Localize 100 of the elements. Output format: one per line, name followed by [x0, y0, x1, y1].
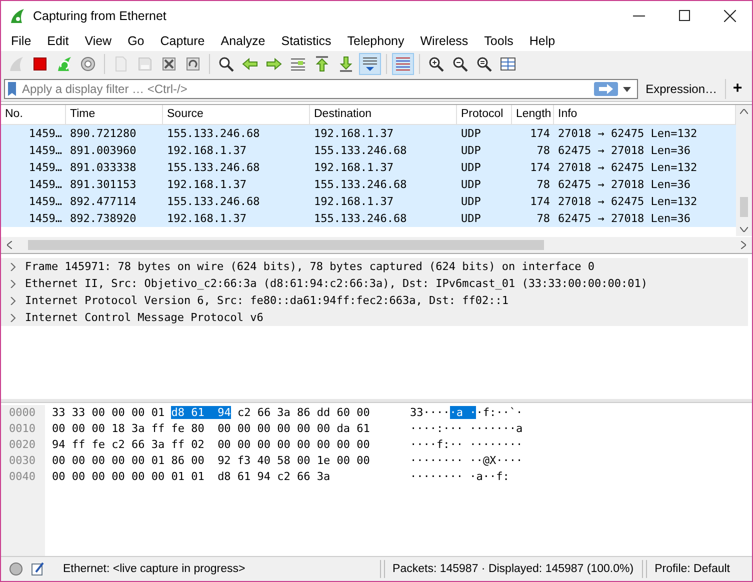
- vertical-scrollbar[interactable]: [736, 105, 752, 236]
- table-cell-text: 78: [536, 212, 551, 225]
- table-cell-text: 192.168.1.37: [313, 161, 394, 174]
- right-arrow-icon: [265, 55, 283, 73]
- menu-item[interactable]: Analyze: [212, 34, 274, 48]
- table-cell-text: 62475 → 27018 Len=36: [557, 212, 692, 225]
- table-cell-text: 174: [529, 195, 551, 208]
- scroll-up-icon[interactable]: [740, 109, 748, 114]
- table-cell-text: 62475 → 27018 Len=36: [557, 178, 692, 191]
- hex-bytes: 00 00 00 00 00 00 01 01 d8 61 94 c2 66 3a: [52, 470, 330, 483]
- close-icon[interactable]: [724, 10, 736, 22]
- zoom-out-icon: [451, 55, 469, 73]
- column-header[interactable]: Length: [512, 105, 554, 124]
- table-cell-text: 192.168.1.37: [313, 127, 394, 140]
- table-cell-text: UDP: [460, 178, 482, 191]
- expression-button[interactable]: Expression…: [642, 79, 721, 99]
- table-cell-text: 1459…: [28, 161, 63, 174]
- table-cell-text: 27018 → 62475 Len=132: [557, 161, 698, 174]
- byte-offset: 0040: [9, 469, 36, 485]
- tree-row[interactable]: Ethernet II, Src: Objetivo_c2:66:3a (d8:61:94:c2:66:3a), Dst: IPv6mcast_01 (33:33:00:00:00:01): [1, 275, 748, 292]
- hex-bytes: 33 33 00 00 00 01 d8 61 94 c2 66 3a 86 dd 60 00: [52, 406, 370, 419]
- table-cell-text: 155.133.246.68: [313, 144, 408, 157]
- table-cell-text: 27018 → 62475 Len=132: [557, 195, 698, 208]
- search-icon: [217, 55, 235, 73]
- column-header[interactable]: Protocol: [457, 105, 512, 124]
- menu-item[interactable]: Go: [120, 34, 152, 48]
- scroll-down-icon[interactable]: [740, 227, 748, 232]
- bookmark-icon[interactable]: [7, 81, 17, 97]
- table-cell-text: 892.477114: [69, 195, 138, 208]
- menu-item[interactable]: View: [76, 34, 120, 48]
- column-header[interactable]: Time: [66, 105, 163, 124]
- table-cell-text: 891.033338: [69, 161, 138, 174]
- profile-text[interactable]: Profile: Default: [654, 563, 730, 575]
- tree-row[interactable]: Internet Control Message Protocol v6: [1, 309, 748, 326]
- menu-item[interactable]: Capture: [152, 34, 213, 48]
- table-cell-text: UDP: [460, 127, 482, 140]
- tree-row-text: Frame 145971: 78 bytes on wire (624 bits), 78 bytes captured (624 bits) on interface 0: [25, 260, 595, 273]
- table-cell-text: UDP: [460, 144, 482, 157]
- add-filter-button[interactable]: +: [725, 79, 749, 99]
- packet-row[interactable]: 1459… 891.003960 192.168.1.37 155.133.246.68 UDP 78 62475 → 27018 Len=36: [1, 142, 736, 159]
- packet-row[interactable]: 1459… 892.738920 192.168.1.37 155.133.246.68 UDP 78 62475 → 27018 Len=36: [1, 210, 736, 227]
- table-cell-text: 27018 → 62475 Len=132: [557, 127, 698, 140]
- autoscroll-tool-button[interactable]: [359, 53, 381, 75]
- colorize-tool-button[interactable]: [392, 53, 414, 75]
- byte-offset: 0010: [9, 421, 36, 437]
- scrollbar-thumb[interactable]: [740, 197, 748, 217]
- tree-row[interactable]: Internet Protocol Version 6, Src: fe80::da61:94ff:fec2:663a, Dst: ff02::1: [1, 292, 748, 309]
- menu-item[interactable]: Statistics: [273, 34, 340, 48]
- table-cell-text: 155.133.246.68: [166, 161, 261, 174]
- grid-columns-icon: [499, 55, 517, 73]
- left-arrow-icon: [241, 55, 259, 73]
- menu-item[interactable]: Tools: [476, 34, 522, 48]
- horizontal-scrollbar[interactable]: [1, 237, 752, 253]
- edit-note-icon[interactable]: [31, 562, 45, 576]
- table-cell-text: 892.738920: [69, 212, 138, 225]
- ascii-bytes: ········ ·a··f:: [410, 470, 510, 483]
- table-cell-text: 62475 → 27018 Len=36: [557, 144, 692, 157]
- window-title: Capturing from Ethernet: [33, 8, 168, 22]
- table-cell-text: 891.301153: [69, 178, 138, 191]
- menu-item[interactable]: Edit: [39, 34, 77, 48]
- status-text: Ethernet: <live capture in progress>: [63, 563, 246, 575]
- menu-item[interactable]: Telephony: [339, 34, 412, 48]
- column-header[interactable]: No.: [1, 105, 66, 124]
- reload-icon: [184, 55, 202, 73]
- packet-row[interactable]: 1459… 891.301153 192.168.1.37 155.133.246.68 UDP 78 62475 → 27018 Len=36: [1, 176, 736, 193]
- menu-item[interactable]: Help: [521, 34, 564, 48]
- display-filter-field[interactable]: Apply a display filter … <Ctrl-/>: [4, 79, 638, 99]
- table-cell-text: 78: [536, 178, 551, 191]
- scroll-left-icon[interactable]: [7, 241, 12, 249]
- colored-lines-icon: [394, 55, 412, 73]
- column-header[interactable]: Destination: [310, 105, 457, 124]
- shark-fin-icon: [7, 55, 25, 73]
- table-cell-text: 78: [536, 144, 551, 157]
- minimize-icon[interactable]: [633, 14, 645, 16]
- maximize-icon[interactable]: [679, 10, 690, 21]
- stop-square-icon: [31, 55, 49, 73]
- menu-item[interactable]: File: [3, 34, 40, 48]
- capture-status-icon[interactable]: [9, 562, 23, 576]
- table-cell-text: 192.168.1.37: [313, 195, 394, 208]
- packet-row[interactable]: 1459… 891.033338 155.133.246.68 192.168.1.37 UDP 174 27018 → 62475 Len=132: [1, 159, 736, 176]
- table-cell-text: 155.133.246.68: [166, 127, 261, 140]
- column-header[interactable]: Source: [163, 105, 310, 124]
- zoom-in-icon: [427, 55, 445, 73]
- table-cell-text: 174: [529, 127, 551, 140]
- packet-row[interactable]: 1459… 890.721280 155.133.246.68 192.168.1.37 UDP 174 27018 → 62475 Len=132: [1, 125, 736, 142]
- ascii-bytes: ········ ··@X····: [410, 454, 523, 467]
- byte-offset: 0020: [9, 437, 36, 453]
- save-icon: [136, 55, 154, 73]
- table-cell-text: 1459…: [28, 212, 63, 225]
- table-cell-text: 1459…: [28, 127, 63, 140]
- dropdown-caret-icon[interactable]: [622, 86, 631, 92]
- scrollbar-thumb[interactable]: [28, 240, 544, 250]
- arrow-right-icon[interactable]: [594, 82, 618, 96]
- tree-row[interactable]: Frame 145971: 78 bytes on wire (624 bits), 78 bytes captured (624 bits) on interface 0: [1, 258, 748, 275]
- ascii-bytes: ····f:·· ········: [410, 438, 523, 451]
- scroll-right-icon[interactable]: [741, 241, 746, 249]
- menu-item[interactable]: Wireless: [412, 34, 476, 48]
- tree-row-text: Internet Control Message Protocol v6: [25, 311, 264, 324]
- tree-row-text: Ethernet II, Src: Objetivo_c2:66:3a (d8:61:94:c2:66:3a), Dst: IPv6mcast_01 (33:33:00:00:00:01): [25, 277, 648, 290]
- packet-row[interactable]: 1459… 892.477114 155.133.246.68 192.168.1.37 UDP 174 27018 → 62475 Len=132: [1, 193, 736, 210]
